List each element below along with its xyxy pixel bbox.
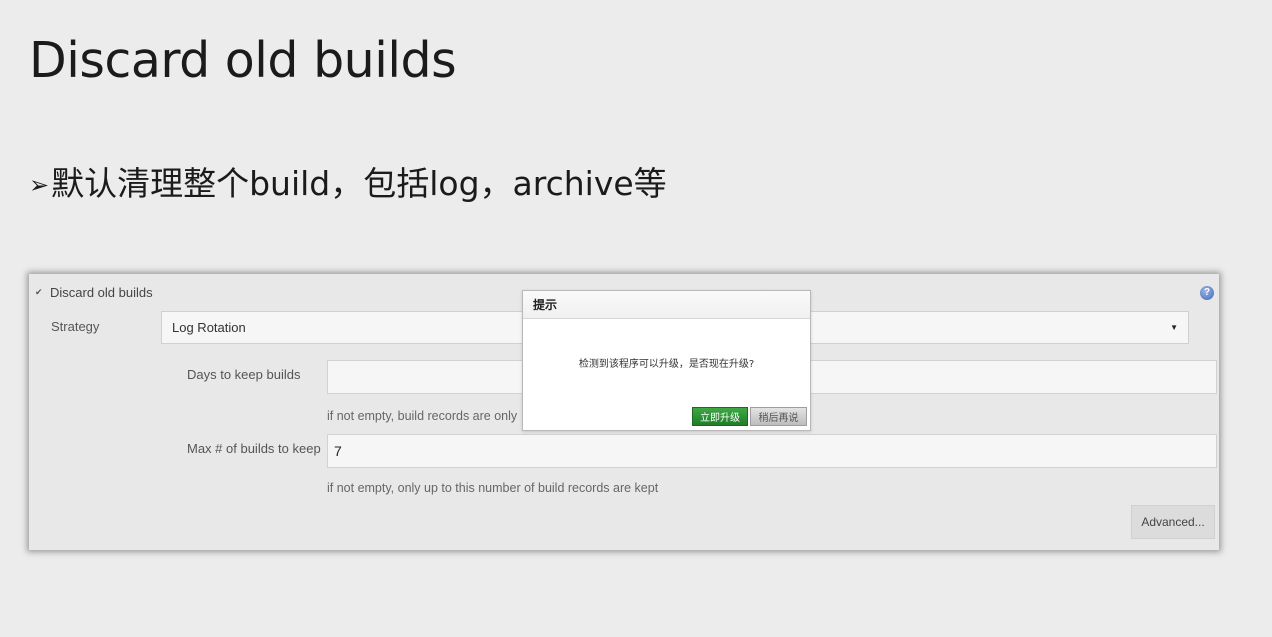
- upgrade-now-button[interactable]: 立即升级: [692, 407, 748, 426]
- dialog-message: 检测到该程序可以升级，是否现在升级?: [578, 359, 755, 370]
- checkbox-checked-icon[interactable]: ✔: [35, 288, 44, 297]
- slide: Discard old builds ➢默认清理整个build，包括log，ar…: [0, 0, 1272, 637]
- discard-old-builds-checkbox[interactable]: ✔ Discard old builds: [35, 285, 153, 300]
- dropdown-arrow-icon: ▼: [1170, 323, 1178, 332]
- strategy-label: Strategy: [51, 319, 100, 334]
- bullet-text: 默认清理整个build，包括log，archive等: [51, 164, 667, 203]
- help-icon[interactable]: ?: [1200, 286, 1214, 300]
- days-to-keep-hint: if not empty, build records are only: [327, 409, 518, 423]
- max-builds-input[interactable]: 7: [327, 434, 1217, 468]
- bullet-point: ➢默认清理整个build，包括log，archive等: [29, 164, 667, 203]
- arrow-bullet-icon: ➢: [29, 171, 50, 200]
- days-to-keep-label: Days to keep builds: [187, 367, 301, 382]
- max-builds-label: Max # of builds to keep: [187, 441, 321, 456]
- strategy-selected-value: Log Rotation: [172, 320, 246, 335]
- dialog-title: 提示: [523, 291, 810, 319]
- remind-later-button[interactable]: 稍后再说: [750, 407, 807, 426]
- dialog-buttons: 立即升级 稍后再说: [692, 407, 807, 426]
- discard-old-builds-label: Discard old builds: [50, 285, 153, 300]
- max-builds-hint: if not empty, only up to this number of …: [327, 481, 659, 495]
- slide-title: Discard old builds: [29, 32, 457, 89]
- advanced-button[interactable]: Advanced...: [1131, 505, 1215, 539]
- upgrade-prompt-dialog: 提示 检测到该程序可以升级，是否现在升级? 立即升级 稍后再说: [522, 290, 811, 431]
